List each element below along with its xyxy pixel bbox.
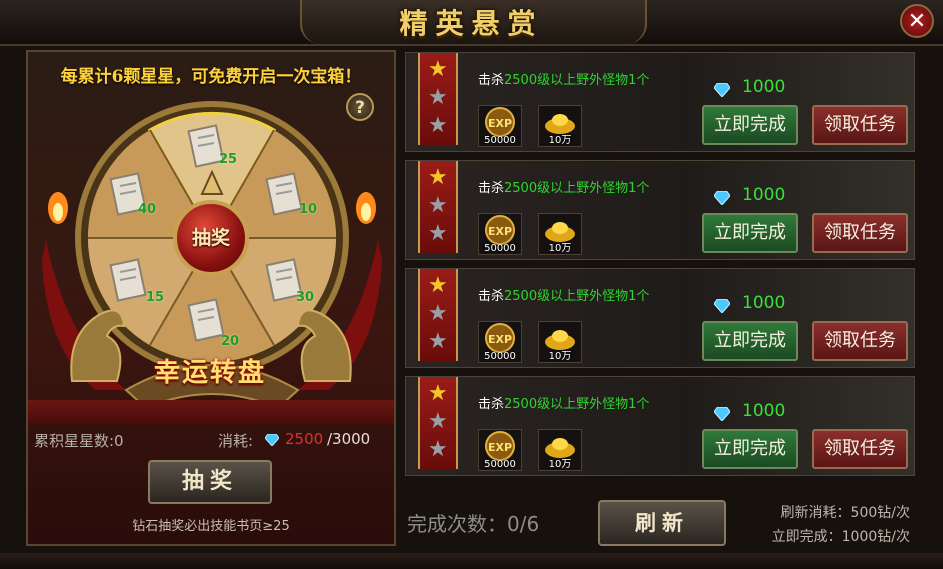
complete-now-button[interactable]: 立即完成 [702, 213, 798, 253]
star-icon: ★ [428, 165, 448, 190]
cost-current: 2500 [285, 430, 324, 448]
svg-text:EXP: EXP [488, 441, 512, 454]
accept-task-button[interactable]: 领取任务 [812, 321, 908, 361]
star-icon: ★ [428, 85, 448, 110]
task-description: 击杀2500级以上野外怪物1个 [478, 397, 650, 412]
task-description: 击杀2500级以上野外怪物1个 [478, 73, 650, 88]
task-description: 击杀2500级以上野外怪物1个 [478, 181, 650, 196]
complete-cost: 立即完成：1000钻/次 [771, 529, 910, 545]
draw-button[interactable]: 抽奖 [148, 460, 272, 504]
star-icon: ★ [428, 381, 448, 406]
accept-task-button[interactable]: 领取任务 [812, 105, 908, 145]
star-icon: ★ [428, 329, 448, 354]
star-icon: ★ [428, 273, 448, 298]
star-ribbon: ★ ★ ★ [418, 53, 458, 145]
scroll-icon [265, 172, 303, 216]
wheel-slot-value: 15 [146, 290, 165, 305]
draw-note: 钻石抽奖必出技能书页≥25 [132, 519, 290, 534]
diamond-reward: 1000 [742, 185, 786, 205]
diamond-icon [714, 407, 730, 421]
refresh-cost: 刷新消耗：500钻/次 [780, 505, 910, 521]
task-row: ★ ★ ★ 击杀2500级以上野外怪物1个 1000 EXP 50000 10万… [405, 160, 915, 260]
right-brazier-icon [356, 192, 376, 224]
refresh-button[interactable]: 刷新 [598, 500, 726, 546]
star-icon: ★ [428, 221, 448, 246]
task-row: ★ ★ ★ 击杀2500级以上野外怪物1个 1000 EXP 50000 10万… [405, 52, 915, 152]
star-icon: ★ [428, 437, 448, 462]
svg-text:EXP: EXP [488, 117, 512, 130]
diamond-reward: 1000 [742, 77, 786, 97]
svg-text:EXP: EXP [488, 225, 512, 238]
complete-now-button[interactable]: 立即完成 [702, 105, 798, 145]
left-brazier-icon [48, 192, 68, 224]
close-button[interactable]: ✕ [900, 4, 934, 38]
scroll-icon [187, 298, 225, 342]
star-icon: ★ [428, 113, 448, 138]
exp-reward: EXP 50000 [478, 321, 522, 363]
exp-reward: EXP 50000 [478, 213, 522, 255]
accumulated-stars: 累积星星数:0 [34, 432, 124, 450]
wheel-slot-value: 25 [219, 152, 238, 167]
elite-bounty-window: 精英悬赏 ✕ 每累计6颗星星，可免费开启一次宝箱！ ? 25 10 30 20 … [0, 0, 943, 569]
wheel-slot-value: 20 [221, 334, 240, 349]
diamond-icon [714, 191, 730, 205]
star-ribbon: ★ ★ ★ [418, 377, 458, 469]
diamond-icon [265, 434, 279, 446]
complete-now-button[interactable]: 立即完成 [702, 429, 798, 469]
diamond-icon [714, 299, 730, 313]
star-ribbon: ★ ★ ★ [418, 269, 458, 361]
wheel-stage [28, 400, 394, 424]
wheel-slot-value: 40 [138, 202, 157, 217]
completion-count: 完成次数：0/6 [407, 512, 540, 536]
star-ribbon: ★ ★ ★ [418, 161, 458, 253]
gold-reward: 10万 [538, 429, 582, 471]
exp-reward: EXP 50000 [478, 429, 522, 471]
accept-task-button[interactable]: 领取任务 [812, 429, 908, 469]
close-icon: ✕ [907, 9, 927, 34]
task-row: ★ ★ ★ 击杀2500级以上野外怪物1个 1000 EXP 50000 10万… [405, 376, 915, 476]
task-row: ★ ★ ★ 击杀2500级以上野外怪物1个 1000 EXP 50000 10万… [405, 268, 915, 368]
cost-total: /3000 [327, 430, 371, 448]
task-description: 击杀2500级以上野外怪物1个 [478, 289, 650, 304]
window-title: 精英悬赏 [399, 7, 544, 40]
lucky-wheel-title: 幸运转盘 [153, 358, 266, 388]
complete-now-button[interactable]: 立即完成 [702, 321, 798, 361]
star-icon: ★ [428, 57, 448, 82]
gold-reward: 10万 [538, 105, 582, 147]
star-hint: 每累计6颗星星，可免费开启一次宝箱！ [60, 67, 362, 87]
star-icon: ★ [428, 301, 448, 326]
dragon-icon [70, 309, 126, 382]
gold-reward: 10万 [538, 213, 582, 255]
gold-reward: 10万 [538, 321, 582, 363]
cost-label: 消耗: [218, 432, 254, 450]
wheel-spin-button[interactable]: 抽奖 [173, 200, 249, 276]
star-icon: ★ [428, 409, 448, 434]
dragon-icon [296, 309, 352, 382]
accept-task-button[interactable]: 领取任务 [812, 213, 908, 253]
wheel-slot-value: 10 [299, 202, 318, 217]
svg-text:EXP: EXP [488, 333, 512, 346]
exp-reward: EXP 50000 [478, 105, 522, 147]
star-icon: ★ [428, 193, 448, 218]
diamond-reward: 1000 [742, 401, 786, 421]
diamond-icon [714, 83, 730, 97]
bottom-edge [0, 553, 943, 569]
diamond-reward: 1000 [742, 293, 786, 313]
